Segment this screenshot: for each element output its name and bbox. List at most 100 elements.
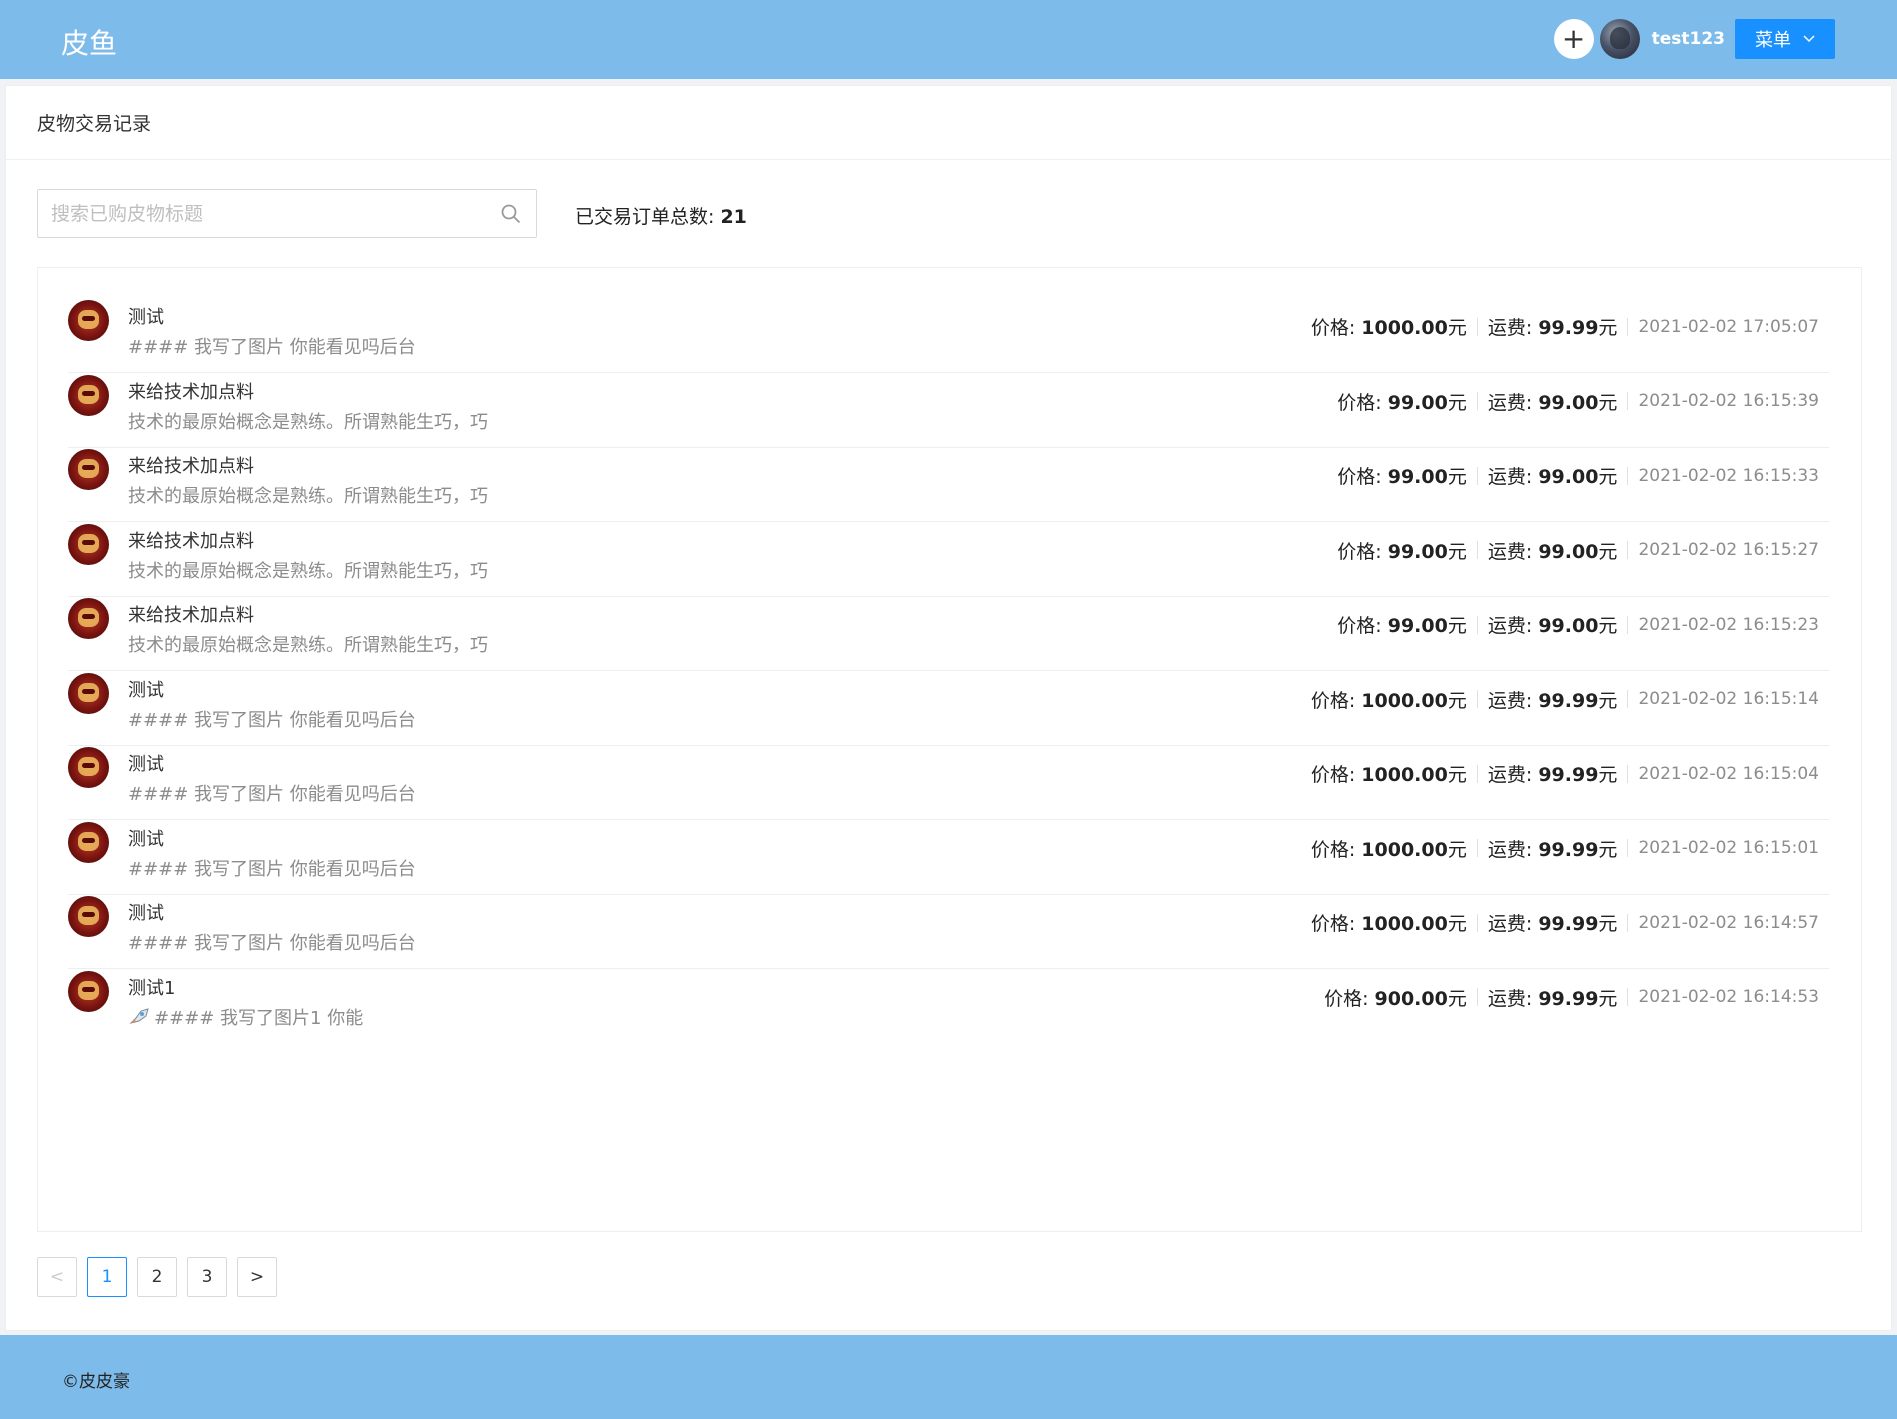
shipping-label: 运费: (1487, 615, 1539, 637)
price-unit: 元 (1447, 689, 1467, 712)
price-value: 900.00 (1374, 987, 1448, 1010)
item-shipping: 运费: 99.99元 (1488, 313, 1618, 340)
shipping-label: 运费: (1487, 391, 1539, 414)
price-unit: 元 (1447, 466, 1467, 488)
top-header: 皮鱼 + test123 菜单 (0, 0, 1897, 79)
list-item[interactable]: 测试1 #### 我写了图片1 你能 价格: 900.00元 运费: 99.99元 20… (68, 954, 1829, 1044)
item-meta: 价格: 99.00元 运费: 99.00元 2021-02-02 16:15:27 (1337, 537, 1819, 564)
item-description: #### 我写了图片 你能看见吗后台 (128, 706, 416, 732)
add-button[interactable]: + (1553, 19, 1594, 59)
item-description: 技术的最原始概念是熟练。所谓熟能生巧，巧 (128, 482, 488, 508)
shipping-label: 运费: (1487, 838, 1539, 861)
divider (1476, 466, 1478, 485)
item-description-text: 技术的最原始概念是熟练。所谓熟能生巧，巧 (128, 486, 488, 507)
next-page-button[interactable]: > (237, 1257, 277, 1297)
item-avatar[interactable] (68, 300, 109, 341)
page-title: 皮物交易记录 (6, 86, 1891, 160)
item-avatar[interactable] (68, 523, 109, 565)
item-price: 价格: 1000.00元 (1311, 835, 1467, 862)
item-avatar[interactable] (68, 672, 109, 714)
item-avatar[interactable] (68, 747, 109, 788)
price-value: 1000.00 (1361, 913, 1448, 935)
shipping-unit: 元 (1598, 764, 1618, 786)
divider (1627, 913, 1629, 932)
username[interactable]: test123 (1652, 29, 1725, 49)
price-unit: 元 (1447, 764, 1467, 786)
shipping-unit: 元 (1598, 615, 1618, 637)
item-description: 技术的最原始概念是熟练。所谓熟能生巧，巧 (128, 557, 488, 583)
price-label: 价格: (1337, 391, 1388, 414)
search-input[interactable] (38, 190, 478, 237)
shipping-label: 运费: (1487, 913, 1539, 935)
prev-page-button[interactable]: < (37, 1257, 77, 1297)
divider (1476, 839, 1478, 857)
item-title[interactable]: 测试 (128, 825, 164, 851)
item-avatar[interactable] (68, 821, 109, 863)
price-value: 1000.00 (1361, 838, 1448, 861)
shipping-label: 运费: (1487, 540, 1539, 563)
order-total: 已交易订单总数: 21 (575, 202, 747, 229)
page-3-button[interactable]: 3 (187, 1257, 227, 1297)
item-description: #### 我写了图片 你能看见吗后台 (128, 855, 416, 881)
item-shipping: 运费: 99.99元 (1488, 909, 1618, 936)
divider (1627, 466, 1629, 485)
price-value: 99.00 (1387, 391, 1448, 414)
item-meta: 价格: 99.00元 运费: 99.00元 2021-02-02 16:15:23 (1337, 611, 1819, 638)
item-title[interactable]: 测试 (128, 899, 164, 925)
logo[interactable]: 皮鱼 (61, 22, 117, 62)
item-title[interactable]: 来给技术加点料 (128, 527, 254, 553)
item-price: 价格: 900.00元 (1324, 984, 1467, 1011)
item-avatar[interactable] (68, 896, 109, 937)
page-1-button[interactable]: 1 (87, 1257, 127, 1297)
divider (1627, 317, 1629, 336)
divider (1476, 988, 1478, 1006)
item-shipping: 运费: 99.99元 (1488, 760, 1618, 787)
divider (1627, 839, 1629, 857)
item-title[interactable]: 来给技术加点料 (128, 452, 254, 478)
item-description-text: #### 我写了图片 你能看见吗后台 (128, 933, 416, 954)
price-label: 价格: (1337, 615, 1388, 637)
shipping-value: 99.00 (1538, 391, 1599, 414)
item-avatar[interactable] (68, 598, 109, 639)
price-label: 价格: (1310, 913, 1362, 935)
price-unit: 元 (1447, 540, 1467, 563)
item-meta: 价格: 99.00元 运费: 99.00元 2021-02-02 16:15:33 (1337, 462, 1819, 489)
price-unit: 元 (1447, 913, 1467, 935)
price-unit: 元 (1447, 391, 1467, 414)
search-icon[interactable] (500, 203, 522, 225)
item-avatar[interactable] (68, 970, 109, 1012)
divider (1476, 615, 1478, 634)
item-avatar[interactable] (68, 374, 109, 416)
menu-dropdown-button[interactable]: 菜单 (1735, 19, 1835, 59)
divider (1476, 913, 1478, 932)
item-shipping: 运费: 99.99元 (1488, 686, 1618, 713)
main-panel: 皮物交易记录 已交易订单总数: 21 测试#### 我写了图片 你能看见吗后台价… (5, 85, 1892, 1331)
item-title[interactable]: 测试 (128, 676, 164, 702)
item-meta: 价格: 1000.00元 运费: 99.99元 2021-02-02 17:05:0… (1311, 313, 1819, 340)
divider (1476, 392, 1478, 410)
item-description-text: #### 我写了图片1 你能 (154, 1007, 364, 1029)
shipping-value: 99.99 (1538, 838, 1599, 861)
page-2-button[interactable]: 2 (137, 1257, 177, 1297)
shipping-unit: 元 (1598, 987, 1618, 1010)
chevron-down-icon (1803, 32, 1815, 46)
item-title[interactable]: 测试 (128, 750, 164, 776)
item-shipping: 运费: 99.00元 (1488, 388, 1618, 415)
pagination: <1 2 3 > (37, 1257, 287, 1297)
item-title[interactable]: 测试 (128, 303, 164, 329)
price-unit: 元 (1447, 317, 1467, 339)
item-shipping: 运费: 99.00元 (1488, 611, 1618, 638)
item-title[interactable]: 测试1 (128, 974, 175, 1000)
avatar[interactable] (1599, 19, 1640, 59)
item-description-text: #### 我写了图片 你能看见吗后台 (128, 784, 416, 805)
item-avatar[interactable] (68, 449, 109, 490)
divider (1476, 317, 1478, 336)
price-label: 价格: (1337, 540, 1388, 563)
item-title[interactable]: 来给技术加点料 (128, 601, 254, 627)
shipping-value: 99.99 (1538, 317, 1599, 339)
item-shipping: 运费: 99.99元 (1488, 835, 1618, 862)
item-meta: 价格: 1000.00元 运费: 99.99元 2021-02-02 16:14:5… (1311, 909, 1819, 936)
item-title[interactable]: 来给技术加点料 (128, 378, 254, 404)
item-timestamp: 2021-02-02 16:15:01 (1638, 838, 1819, 858)
shipping-value: 99.00 (1538, 540, 1599, 563)
